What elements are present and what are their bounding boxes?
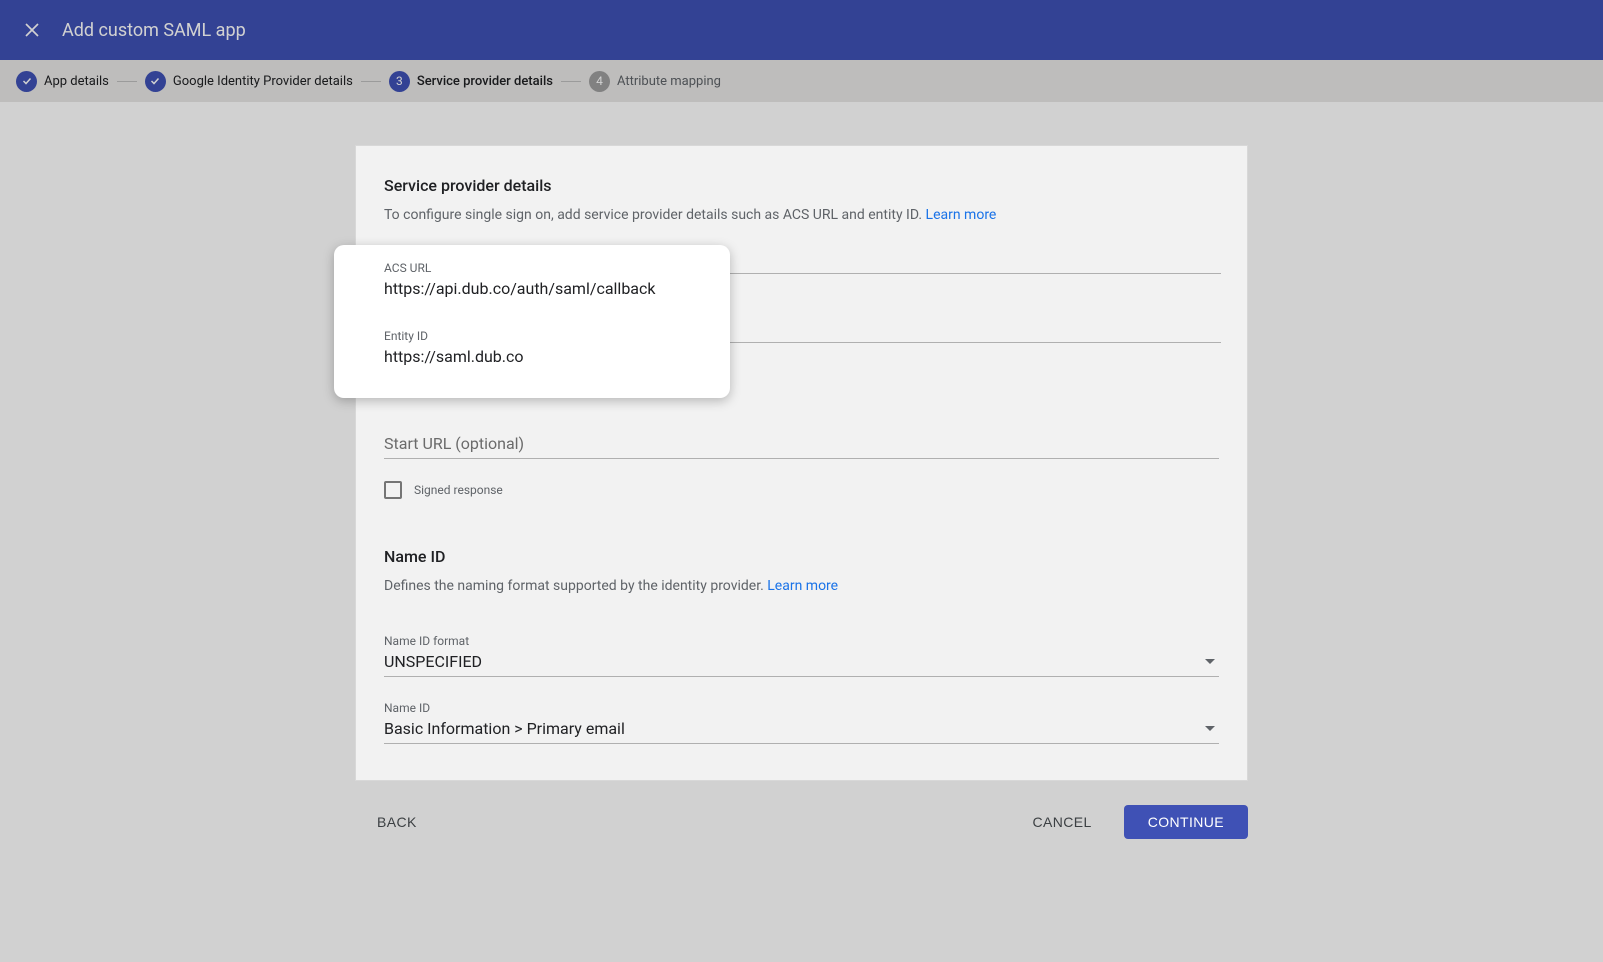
select-value: UNSPECIFIED [384, 652, 482, 671]
field-value: https://api.dub.co/auth/saml/callback [384, 279, 686, 303]
start-url-field[interactable]: Start URL (optional) [356, 434, 1247, 459]
step-label: Google Identity Provider details [173, 74, 353, 89]
checkbox-label: Signed response [414, 483, 503, 497]
step-label: Service provider details [417, 74, 553, 89]
learn-more-link[interactable]: Learn more [926, 207, 997, 223]
continue-button[interactable]: CONTINUE [1124, 805, 1248, 839]
desc-text: To configure single sign on, add service… [384, 207, 926, 223]
chevron-down-icon [1205, 659, 1215, 664]
content-area: Service provider details To configure si… [0, 102, 1603, 839]
check-icon [16, 71, 37, 92]
field-value: https://saml.dub.co [384, 347, 686, 371]
section-title: Name ID [356, 547, 1247, 566]
step-label: App details [44, 74, 109, 89]
step-app-details[interactable]: App details [16, 71, 109, 92]
learn-more-link[interactable]: Learn more [767, 578, 838, 594]
entity-id-field[interactable]: Entity ID https://saml.dub.co [384, 329, 686, 371]
field-placeholder: Start URL (optional) [384, 434, 1219, 459]
highlighted-fields: ACS URL https://api.dub.co/auth/saml/cal… [334, 245, 730, 398]
section-description: Defines the naming format supported by t… [356, 578, 1247, 594]
section-title: Service provider details [356, 176, 1247, 195]
dialog-header: Add custom SAML app [0, 0, 1603, 60]
step-sp-details[interactable]: 3 Service provider details [389, 71, 553, 92]
field-label: ACS URL [384, 261, 686, 275]
step-idp-details[interactable]: Google Identity Provider details [145, 71, 353, 92]
step-number-icon: 3 [389, 71, 410, 92]
step-label: Attribute mapping [617, 74, 721, 89]
step-connector [361, 81, 381, 82]
desc-text: Defines the naming format supported by t… [384, 578, 767, 594]
dialog-title: Add custom SAML app [62, 20, 246, 41]
field-label: Entity ID [384, 329, 686, 343]
checkbox-icon [384, 481, 402, 499]
step-connector [117, 81, 137, 82]
step-attribute-mapping[interactable]: 4 Attribute mapping [589, 71, 721, 92]
step-connector [561, 81, 581, 82]
back-button[interactable]: BACK [355, 806, 439, 838]
name-id-select[interactable]: Name ID Basic Information > Primary emai… [356, 701, 1247, 744]
stepper: App details Google Identity Provider det… [0, 60, 1603, 102]
acs-url-field[interactable]: ACS URL https://api.dub.co/auth/saml/cal… [384, 261, 686, 303]
sp-details-card: Service provider details To configure si… [355, 145, 1248, 781]
close-icon[interactable] [20, 18, 44, 42]
dialog-footer: BACK CANCEL CONTINUE [355, 781, 1248, 839]
step-number-icon: 4 [589, 71, 610, 92]
section-description: To configure single sign on, add service… [356, 207, 1247, 223]
name-id-format-select[interactable]: Name ID format UNSPECIFIED [356, 634, 1247, 677]
select-value: Basic Information > Primary email [384, 719, 625, 738]
signed-response-checkbox[interactable]: Signed response [356, 481, 1247, 499]
chevron-down-icon [1205, 726, 1215, 731]
check-icon [145, 71, 166, 92]
field-label: Name ID [384, 701, 1219, 715]
field-label: Name ID format [384, 634, 1219, 648]
cancel-button[interactable]: CANCEL [1010, 806, 1113, 838]
